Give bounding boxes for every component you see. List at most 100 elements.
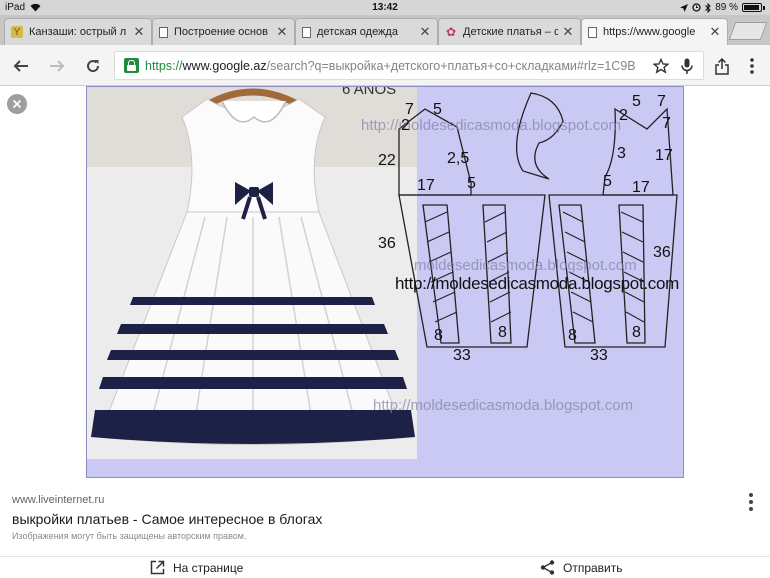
measure-label: 36 <box>653 244 671 261</box>
tab-kanzashi[interactable]: Y Канзаши: острый л ✕ <box>4 18 152 45</box>
url-text[interactable]: https://www.google.az/search?q=выкройка+… <box>145 59 635 73</box>
share-nodes-icon <box>540 560 555 575</box>
bookmark-star-button[interactable] <box>650 55 672 77</box>
visit-page-button[interactable]: На странице <box>150 560 243 575</box>
tab-close-icon[interactable]: ✕ <box>419 24 431 40</box>
new-tab-button[interactable] <box>728 22 768 40</box>
clock: 13:42 <box>372 2 398 13</box>
tab-close-icon[interactable]: ✕ <box>276 24 288 40</box>
tab-title: детская одежда <box>317 26 398 38</box>
star-icon <box>653 58 669 74</box>
tab-strip: Y Канзаши: острый л ✕ Построение основ ✕… <box>0 15 770 45</box>
back-button[interactable] <box>9 54 33 78</box>
battery-percent: 89 % <box>715 2 738 13</box>
menu-button[interactable] <box>740 54 764 78</box>
share-icon <box>715 57 729 75</box>
visit-label: На странице <box>173 560 244 575</box>
pattern-image[interactable]: 6 AÑOS http://moldesedicasmoda.blogspot.… <box>86 86 684 478</box>
battery-icon <box>742 3 762 12</box>
tab-detskie-platya[interactable]: ✿ Детские платья – с ✕ <box>438 18 581 45</box>
tab-postroenie[interactable]: Построение основ ✕ <box>152 18 295 45</box>
measure-label: 33 <box>590 347 608 364</box>
more-vert-icon <box>749 493 753 497</box>
bluetooth-icon <box>705 2 711 13</box>
source-domain[interactable]: www.liveinternet.ru <box>12 494 104 506</box>
site-favicon-yellow-icon: Y <box>11 26 23 38</box>
voice-search-button[interactable] <box>676 55 698 77</box>
tab-close-icon[interactable]: ✕ <box>562 24 574 40</box>
measure-label: 8 <box>434 327 443 344</box>
measure-label: 8 <box>498 324 507 341</box>
tab-close-icon[interactable]: ✕ <box>133 24 145 40</box>
tab-close-icon[interactable]: ✕ <box>709 24 721 40</box>
share-page-button[interactable] <box>710 54 734 78</box>
arrow-right-icon <box>50 60 65 72</box>
more-vert-icon-dot <box>749 500 753 504</box>
measure-label: 17 <box>632 179 650 196</box>
address-bar[interactable]: https://www.google.az/search?q=выкройка+… <box>114 51 704 80</box>
stripe-2 <box>117 324 388 334</box>
measure-label: 7 <box>662 115 671 132</box>
document-icon <box>588 26 597 38</box>
share-button[interactable]: Отправить <box>540 560 623 575</box>
measure-label: 17 <box>417 177 435 194</box>
watermark-mid: moldesedicasmoda.blogspot.com <box>414 257 637 274</box>
arrow-left-icon <box>13 60 28 72</box>
tab-title: Построение основ <box>174 26 268 38</box>
share-label: Отправить <box>563 560 623 575</box>
measure-label: 2,5 <box>447 150 470 167</box>
status-right: 89 % <box>680 2 765 13</box>
stripe-hem <box>91 410 415 444</box>
url-path: /search?q=выкройка+детского+платья+со+ск… <box>266 59 635 73</box>
measure-label: 33 <box>453 347 471 364</box>
url-scheme: https:// <box>145 59 183 73</box>
measure-label: 5 <box>467 175 476 192</box>
microphone-icon <box>681 58 693 74</box>
measure-label: 5 <box>632 93 641 110</box>
document-icon <box>159 26 168 38</box>
watermark-bottom: http://moldesedicasmoda.blogspot.com <box>373 397 634 414</box>
forward-button[interactable] <box>45 54 69 78</box>
stripe-4 <box>99 377 407 389</box>
image-info-panel: www.liveinternet.ru выкройки платьев - С… <box>0 486 770 550</box>
age-label: 6 AÑOS <box>342 86 397 98</box>
measure-label: 5 <box>603 173 612 190</box>
reload-button[interactable] <box>81 54 105 78</box>
measure-label: 2 <box>619 107 628 124</box>
tab-detskaya-odezhda[interactable]: детская одежда ✕ <box>295 18 438 45</box>
alarm-icon <box>692 3 701 12</box>
url-host: www.google.az <box>182 59 267 73</box>
tab-title: Канзаши: острый л <box>29 26 127 38</box>
more-vert-icon-dot <box>749 507 753 511</box>
tab-google-active[interactable]: https://www.google ✕ <box>581 18 728 45</box>
result-title[interactable]: выкройки платьев - Самое интересное в бл… <box>12 511 322 527</box>
document-icon <box>302 26 311 38</box>
measure-label: 3 <box>617 145 626 162</box>
image-viewer: 6 AÑOS http://moldesedicasmoda.blogspot.… <box>0 86 770 486</box>
stripe-3 <box>107 350 399 360</box>
more-options-button[interactable] <box>742 492 760 512</box>
flower-favicon-icon: ✿ <box>445 25 457 39</box>
browser-toolbar: https://www.google.az/search?q=выкройка+… <box>0 45 770 86</box>
close-icon <box>12 99 22 109</box>
stripe-1 <box>130 297 375 305</box>
measure-label: 22 <box>378 152 396 169</box>
location-icon <box>680 3 689 12</box>
measure-label: 5 <box>433 101 442 118</box>
measure-label: 8 <box>568 327 577 344</box>
measure-label: 36 <box>378 235 396 252</box>
bottom-action-bar: На странице Отправить <box>0 556 770 578</box>
battery-cap <box>763 5 765 10</box>
more-vert-icon <box>750 58 754 74</box>
close-viewer-button[interactable] <box>7 94 27 114</box>
reload-icon <box>87 60 100 73</box>
tab-title: https://www.google <box>603 26 696 38</box>
measure-label: 17 <box>655 147 673 164</box>
watermark-main: http://moldesedicasmoda.blogspot.com <box>395 274 680 293</box>
copyright-notice: Изображения могут быть защищены авторски… <box>12 531 247 541</box>
status-bar: iPad 13:42 89 % <box>0 0 770 15</box>
open-in-new-icon <box>150 560 165 575</box>
measure-label: 7 <box>657 93 666 110</box>
tab-title: Детские платья – с <box>463 26 558 38</box>
lock-icon <box>124 58 139 73</box>
